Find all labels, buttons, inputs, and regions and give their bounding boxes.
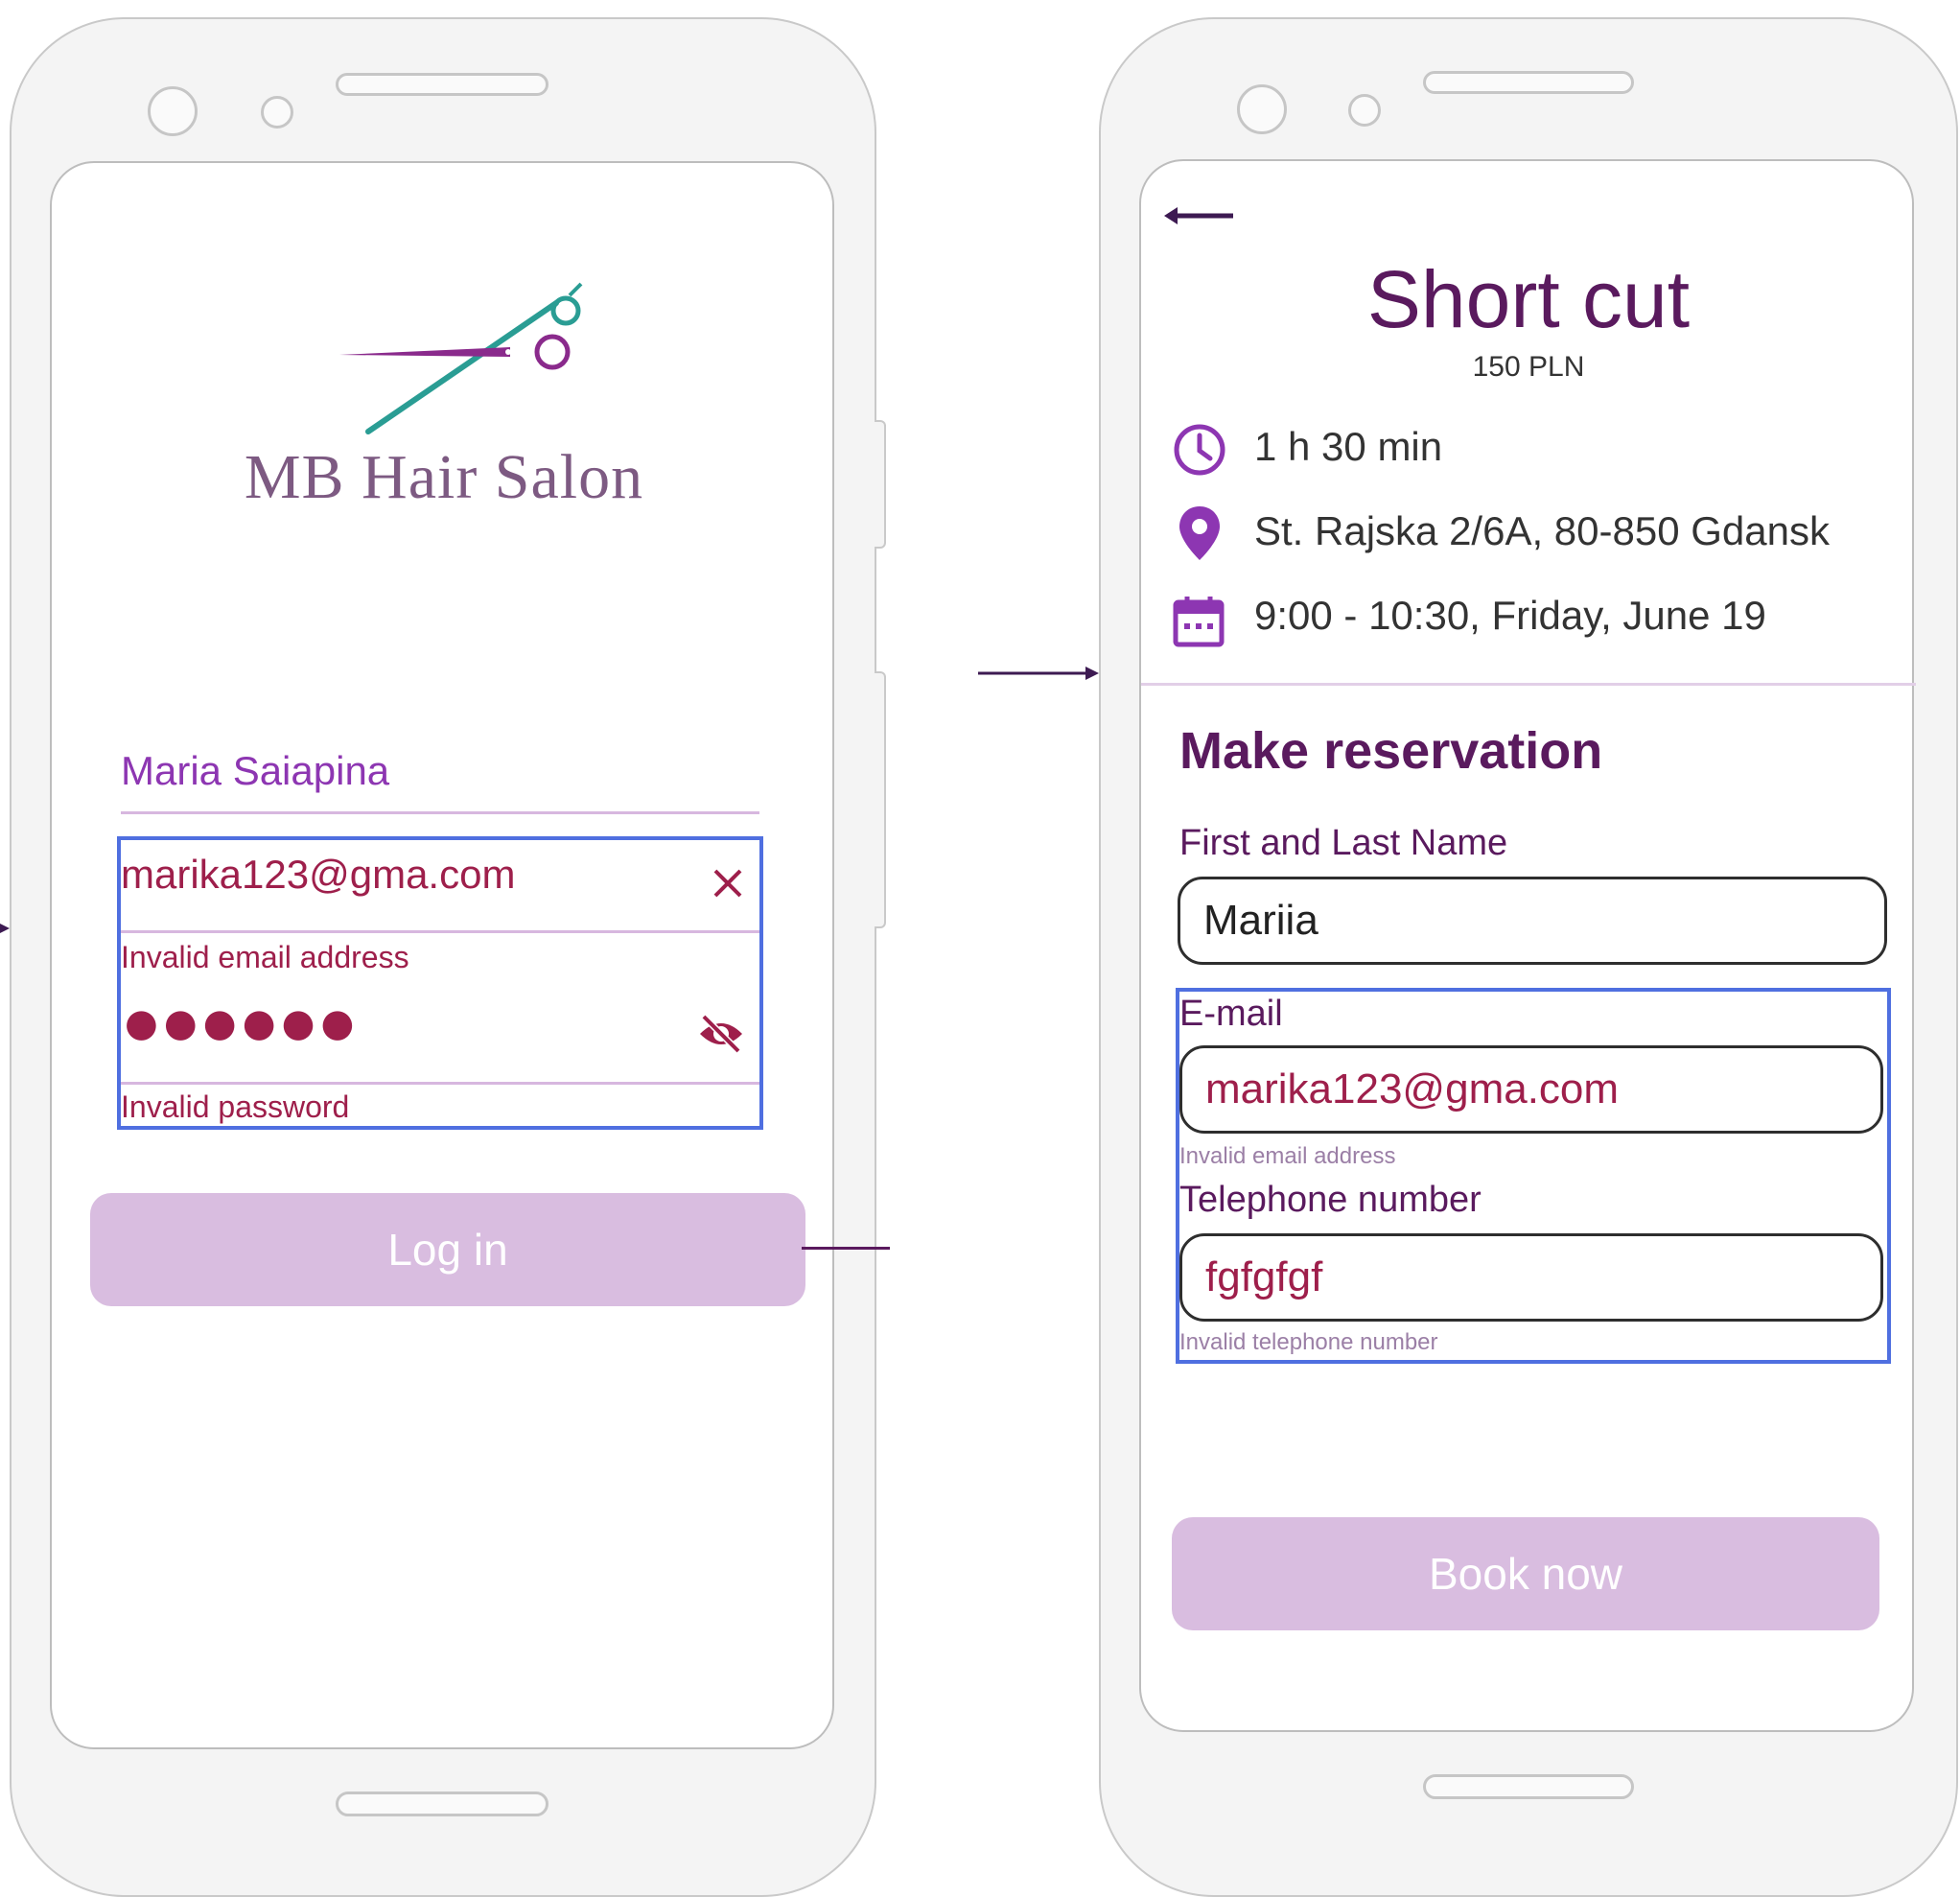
login-button[interactable]: Log in — [90, 1193, 805, 1306]
duration-text: 1 h 30 min — [1254, 424, 1443, 469]
service-title: Short cut — [1366, 254, 1691, 344]
location-pin-icon — [1179, 506, 1220, 560]
incoming-arrow-icon — [0, 924, 10, 933]
phone-input-value: fgfgfgf — [1205, 1253, 1323, 1300]
phone-input[interactable]: fgfgfgf — [1179, 1233, 1883, 1322]
email-error: Invalid email address — [121, 940, 409, 974]
clear-icon[interactable] — [712, 867, 744, 900]
email-input[interactable]: marika123@gma.com — [1179, 1045, 1883, 1134]
front-camera — [148, 86, 198, 136]
hide-password-eye-icon[interactable] — [696, 1013, 746, 1055]
email-input-value: marika123@gma.com — [121, 852, 516, 897]
email-error: Invalid email address — [1179, 1143, 1396, 1169]
name-input[interactable]: Mariia — [1178, 877, 1887, 965]
email-input[interactable]: marika123@gma.com — [121, 842, 759, 933]
name-label: First and Last Name — [1179, 823, 1508, 863]
address-text: St. Rajska 2/6A, 80-850 Gdansk — [1254, 508, 1830, 553]
book-now-button[interactable]: Book now — [1172, 1517, 1879, 1630]
datetime-text: 9:00 - 10:30, Friday, June 19 — [1254, 593, 1766, 638]
clock-icon — [1174, 424, 1225, 476]
phone-label: Telephone number — [1179, 1180, 1482, 1220]
password-error: Invalid password — [121, 1089, 350, 1124]
divider — [1141, 683, 1916, 686]
email-label: E-mail — [1179, 994, 1283, 1034]
front-camera — [1237, 84, 1287, 134]
proximity-sensor — [1348, 94, 1381, 127]
connector-line — [802, 1247, 890, 1250]
phone-error: Invalid telephone number — [1179, 1329, 1438, 1355]
proximity-sensor — [261, 96, 293, 129]
reservation-screen: Short cut 150 PLN 1 h 30 min St. Rajska … — [1139, 159, 1916, 1732]
bottom-speaker — [336, 1792, 548, 1816]
back-arrow-icon[interactable] — [1164, 201, 1235, 230]
volume-button — [875, 671, 886, 928]
password-input[interactable]: ●●●●●● — [121, 982, 759, 1085]
name-input-value: Mariia — [1203, 897, 1318, 944]
password-masked-value: ●●●●●● — [125, 1001, 361, 1045]
email-input-value: marika123@gma.com — [1205, 1066, 1620, 1112]
username-value: Maria Saiapina — [121, 748, 390, 793]
earpiece-speaker — [1423, 71, 1634, 94]
scissors-logo-icon — [339, 282, 583, 434]
login-screen: MB Hair Salon Maria Saiapina marika123@g… — [50, 161, 834, 1749]
username-field[interactable]: Maria Saiapina — [121, 729, 759, 814]
section-heading: Make reservation — [1179, 722, 1603, 780]
calendar-icon — [1173, 597, 1225, 647]
brand-name: MB Hair Salon — [244, 442, 644, 512]
earpiece-speaker — [336, 73, 548, 96]
flow-arrow-icon — [978, 667, 1099, 680]
power-button — [875, 420, 886, 549]
bottom-speaker — [1423, 1774, 1634, 1799]
service-price: 150 PLN — [1472, 351, 1585, 383]
